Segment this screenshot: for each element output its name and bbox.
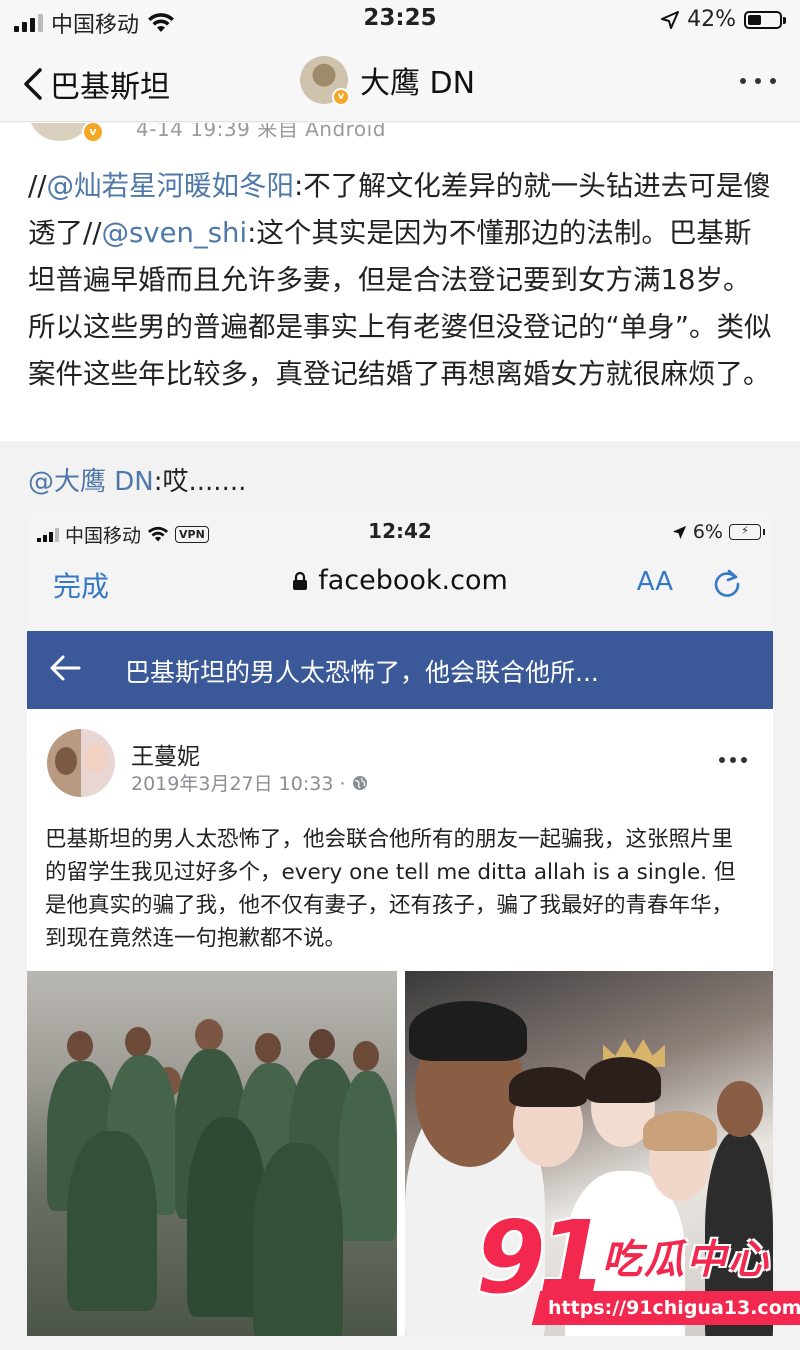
globe-icon [352, 775, 367, 790]
post-prefix: // [28, 170, 47, 202]
url-text: facebook.com [318, 565, 508, 596]
facebook-post-text: 巴基斯坦的男人太恐怖了，他会联合他所有的朋友一起骗我，这张照片里的留学生我见过好… [45, 827, 736, 951]
lock-icon [293, 571, 308, 590]
verified-badge-icon: v [82, 123, 104, 143]
retweet-text: @大鹰 DN:哎....... [28, 461, 246, 498]
post-date: 2019年3月27日 10:33 · [131, 769, 368, 796]
watermark-url-text: https://91chigua13.com [548, 1297, 800, 1319]
retweet-body: :哎....... [153, 467, 247, 497]
back-arrow-icon[interactable] [49, 653, 81, 683]
post-meta: 4-14 19:39 来自 Android [136, 123, 386, 141]
facebook-header: 巴基斯坦的男人太恐怖了，他会联合他所... [27, 631, 773, 709]
battery-percent: 42% [687, 7, 736, 32]
nav-bar: 巴基斯坦 v 大鹰 DN [0, 40, 800, 122]
status-bar: 中国移动 23:25 42% [0, 0, 800, 40]
back-button[interactable]: 巴基斯坦 [22, 62, 170, 106]
battery-charging-icon: ⚡ [729, 524, 765, 540]
inner-time: 12:42 [368, 519, 432, 543]
avatar[interactable] [47, 729, 115, 797]
watermark-url: https://91chigua13.com [531, 1291, 800, 1325]
more-icon[interactable] [740, 78, 776, 84]
post-date-text: 2019年3月27日 10:33 · [131, 773, 346, 795]
more-icon[interactable] [719, 757, 747, 763]
location-arrow-icon [661, 10, 680, 29]
inner-battery-percent: 6% [692, 521, 723, 543]
watermark: 91 吃瓜中心 https://91chigua13.com [470, 1199, 800, 1335]
post-author[interactable]: 王蔓妮 [131, 737, 200, 771]
post-photo-group[interactable] [27, 971, 397, 1343]
previous-avatar[interactable]: v [30, 123, 104, 143]
post-text: //@灿若星河暖如冬阳:不了解文化差异的就一头钻进去可是傻透了//@sven_s… [28, 163, 776, 398]
chevron-left-icon [24, 68, 42, 100]
status-right: 42% [661, 7, 786, 32]
location-arrow-icon [672, 525, 687, 539]
back-label: 巴基斯坦 [50, 70, 170, 105]
bottom-divider [0, 1336, 800, 1350]
mention-link[interactable]: @sven_shi [102, 217, 248, 249]
text-size-button[interactable]: AA [637, 567, 673, 597]
nav-title: 大鹰 DN [360, 66, 476, 101]
reload-icon[interactable] [711, 567, 743, 599]
mention-link[interactable]: @大鹰 DN [28, 467, 154, 497]
nav-profile[interactable]: v 大鹰 DN [300, 56, 476, 106]
battery-icon [744, 10, 786, 29]
mention-link[interactable]: @灿若星河暖如冬阳 [47, 170, 295, 202]
avatar[interactable]: v [300, 56, 350, 106]
facebook-header-title: 巴基斯坦的男人太恐怖了，他会联合他所... [125, 658, 599, 687]
inner-status-bar: 中国移动 VPN 12:42 6% ⚡ [27, 513, 773, 553]
verified-badge-icon: v [332, 88, 350, 106]
watermark-logo-text: 吃瓜中心 [602, 1237, 770, 1283]
post-content: v 4-14 19:39 来自 Android //@灿若星河暖如冬阳:不了解文… [0, 123, 800, 441]
browser-bar: 完成 facebook.com AA [27, 553, 773, 631]
